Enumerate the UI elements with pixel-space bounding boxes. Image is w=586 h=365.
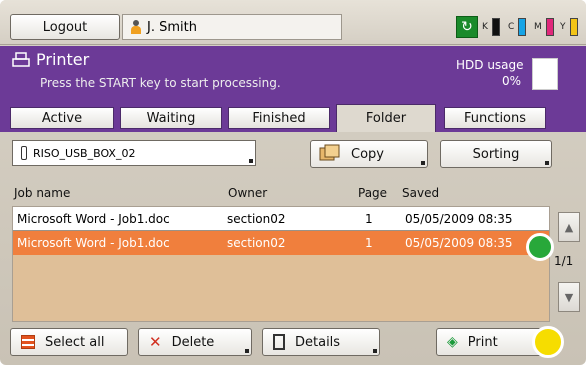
tab-waiting-label: Waiting <box>146 110 196 126</box>
chevron-up-icon: ▲ <box>564 220 574 234</box>
printer-icon <box>12 52 30 67</box>
hdd-usage-gauge <box>532 58 558 90</box>
user-icon <box>131 20 141 34</box>
logout-button[interactable]: Logout <box>10 14 120 40</box>
scroll-up-button[interactable]: ▲ <box>558 212 580 242</box>
copy-label: Copy <box>351 146 384 162</box>
sorting-button[interactable]: Sorting <box>440 140 552 168</box>
tab-functions-label: Functions <box>463 110 527 126</box>
row-page: 1 <box>365 236 373 250</box>
usb-icon <box>21 146 27 160</box>
tab-bar: Active Waiting Finished Folder Functions <box>0 104 586 132</box>
tab-active[interactable]: Active <box>10 107 114 129</box>
ink-y-bar <box>569 18 578 36</box>
column-header-owner: Owner <box>228 186 268 200</box>
ink-y-letter: Y <box>560 22 566 32</box>
details-label: Details <box>295 334 341 350</box>
row-job-name: Microsoft Word - Job1.doc <box>17 211 170 226</box>
scroll-down-button[interactable]: ▼ <box>558 282 580 312</box>
tab-functions[interactable]: Functions <box>444 107 546 129</box>
hdd-usage-label: HDD usage <box>456 58 524 72</box>
ink-k-indicator: K <box>482 16 500 38</box>
refresh-icon[interactable]: ↻ <box>456 16 478 38</box>
storage-box-name: RISO_USB_BOX_02 <box>33 146 136 160</box>
diamond-start-icon: ◈ <box>447 334 458 350</box>
row-job-name: Microsoft Word - Job1.doc <box>17 236 170 250</box>
tab-folder[interactable]: Folder <box>336 104 436 132</box>
green-marker <box>526 233 554 261</box>
row-owner: section02 <box>227 211 286 226</box>
page-indicator: 1/1 <box>554 254 574 268</box>
hdd-usage-value: 0% <box>502 74 522 88</box>
select-all-button[interactable]: Select all <box>10 328 128 356</box>
ink-m-indicator: M <box>534 16 554 38</box>
top-bar: Logout J. Smith ↻ K C M Y <box>0 0 586 45</box>
ink-y-indicator: Y <box>560 16 578 38</box>
sorting-label: Sorting <box>472 146 520 162</box>
chevron-down-icon: ▼ <box>564 290 574 304</box>
tab-waiting[interactable]: Waiting <box>120 107 222 129</box>
job-list: Microsoft Word - Job1.doc section02 1 05… <box>12 206 550 322</box>
user-name: J. Smith <box>147 19 197 35</box>
row-page: 1 <box>365 211 373 226</box>
delete-label: Delete <box>171 334 215 350</box>
page-title: Printer <box>36 50 90 69</box>
ink-k-letter: K <box>482 22 488 32</box>
document-icon <box>273 334 285 350</box>
table-row-selected[interactable]: Microsoft Word - Job1.doc section02 1 05… <box>13 231 549 255</box>
ink-m-bar <box>545 18 554 36</box>
row-owner: section02 <box>227 236 286 250</box>
ink-c-letter: C <box>508 22 515 32</box>
copy-button[interactable]: Copy <box>310 140 428 168</box>
table-row[interactable]: Microsoft Word - Job1.doc section02 1 05… <box>13 207 549 231</box>
ink-c-bar <box>518 18 527 36</box>
copy-icon <box>319 144 341 164</box>
print-label: Print <box>467 334 498 350</box>
printer-header: Printer Press the START key to start pro… <box>0 46 586 104</box>
logout-label: Logout <box>42 19 88 35</box>
column-header-saved: Saved <box>402 186 440 200</box>
ink-m-letter: M <box>534 22 542 32</box>
tab-finished[interactable]: Finished <box>228 107 330 129</box>
delete-button[interactable]: ✕ Delete <box>138 328 252 356</box>
column-header-page: Page <box>358 186 388 200</box>
ink-c-indicator: C <box>508 16 527 38</box>
close-icon: ✕ <box>149 333 162 351</box>
printer-panel: Logout J. Smith ↻ K C M Y Printer Press … <box>0 0 586 365</box>
row-saved: 05/05/2009 08:35 <box>405 236 513 250</box>
column-header-job: Job name <box>14 186 71 200</box>
tab-folder-label: Folder <box>365 111 407 126</box>
select-all-label: Select all <box>45 334 105 350</box>
status-message: Press the START key to start processing. <box>40 76 281 90</box>
user-indicator: J. Smith <box>122 14 342 40</box>
details-button[interactable]: Details <box>262 328 380 356</box>
tab-finished-label: Finished <box>252 110 306 126</box>
list-icon <box>21 335 35 349</box>
yellow-marker <box>532 326 564 358</box>
ink-k-bar <box>491 18 500 36</box>
tab-active-label: Active <box>41 110 83 126</box>
row-saved: 05/05/2009 08:35 <box>405 211 513 226</box>
storage-box-select[interactable]: RISO_USB_BOX_02 <box>12 140 256 166</box>
